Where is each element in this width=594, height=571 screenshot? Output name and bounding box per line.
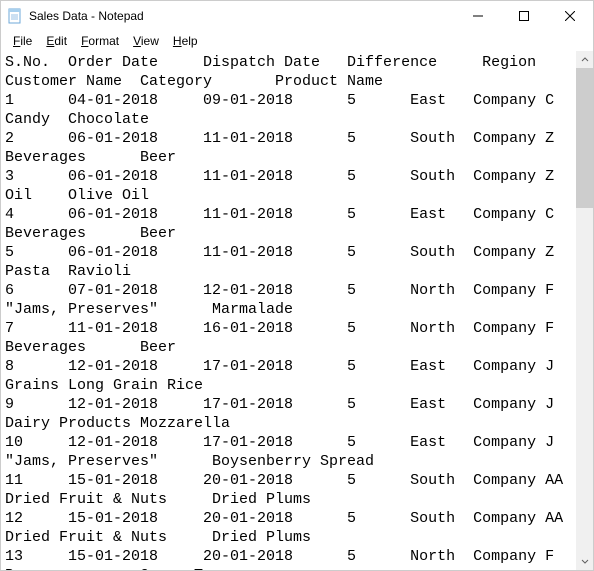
titlebar: Sales Data - Notepad [1, 1, 593, 31]
scroll-down-arrow[interactable] [576, 553, 593, 570]
window-title: Sales Data - Notepad [29, 9, 455, 23]
menu-file[interactable]: File [7, 32, 38, 50]
window-controls [455, 1, 593, 31]
menu-format[interactable]: Format [75, 32, 125, 50]
minimize-button[interactable] [455, 1, 501, 31]
notepad-icon [7, 8, 23, 24]
content-area: S.No. Order Date Dispatch Date Differenc… [1, 51, 593, 570]
menu-help[interactable]: Help [167, 32, 204, 50]
menu-edit[interactable]: Edit [40, 32, 73, 50]
maximize-button[interactable] [501, 1, 547, 31]
menu-view[interactable]: View [127, 32, 165, 50]
close-button[interactable] [547, 1, 593, 31]
menubar: File Edit Format View Help [1, 31, 593, 51]
vertical-scrollbar[interactable] [576, 51, 593, 570]
scroll-thumb[interactable] [576, 68, 593, 208]
text-editor[interactable]: S.No. Order Date Dispatch Date Differenc… [1, 51, 576, 570]
scroll-up-arrow[interactable] [576, 51, 593, 68]
